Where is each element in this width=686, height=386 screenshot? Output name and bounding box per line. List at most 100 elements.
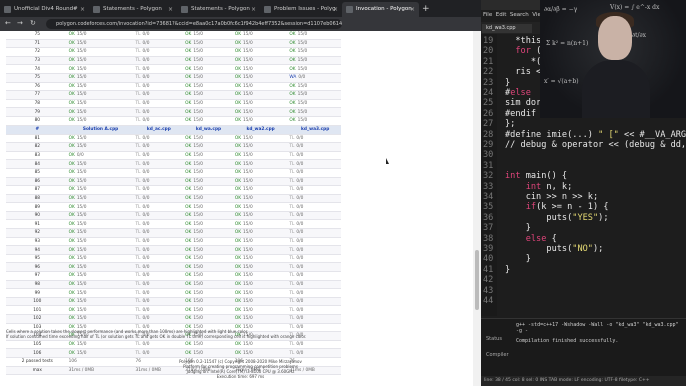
verdict-cell[interactable]: TL 0/0 (132, 116, 183, 126)
menu-file[interactable]: File (483, 12, 492, 18)
verdict-cell[interactable]: OK 15/0 (65, 73, 133, 83)
verdict-cell[interactable]: OK 15/0 (65, 237, 133, 247)
column-header[interactable]: kd_wa3.cpp (286, 125, 341, 135)
tab-div4-round[interactable]: Unofficial Div4 Round# × (0, 2, 89, 17)
tab-invocation[interactable]: Invocation - Polygon × (342, 2, 419, 17)
verdict-cell[interactable]: OK 15/0 (182, 271, 232, 281)
verdict-cell[interactable]: OK 15/0 (231, 90, 287, 100)
verdict-cell[interactable]: TL 0/0 (132, 219, 183, 230)
verdict-cell[interactable]: TL 0/0 (286, 202, 341, 212)
verdict-cell[interactable]: TL 0/0 (132, 245, 183, 255)
verdict-cell[interactable]: OK 15/0 (286, 90, 341, 100)
verdict-cell[interactable]: TL 0/0 (286, 348, 341, 358)
verdict-cell[interactable]: OK 15/0 (182, 262, 232, 273)
verdict-cell[interactable]: TL 0/0 (132, 237, 183, 247)
verdict-cell[interactable]: OK 15/0 (231, 168, 287, 178)
verdict-cell[interactable]: OK 15/0 (231, 194, 287, 204)
verdict-cell[interactable]: TL 0/0 (286, 314, 341, 324)
verdict-cell[interactable]: OK 15/0 (231, 254, 287, 264)
verdict-cell[interactable]: TL 0/0 (286, 297, 341, 307)
tab-statements-2[interactable]: Statements - Polygon × (177, 2, 260, 17)
verdict-cell[interactable]: TL 0/0 (132, 228, 183, 238)
verdict-cell[interactable]: OK 15/0 (231, 314, 287, 324)
verdict-cell[interactable]: OK 15/0 (65, 185, 133, 195)
verdict-cell[interactable]: OK 15/0 (65, 177, 133, 187)
verdict-cell[interactable]: OK 15/0 (182, 107, 232, 117)
verdict-cell[interactable]: OK 15/0 (231, 99, 287, 109)
verdict-cell[interactable]: OK 15/0 (65, 219, 133, 230)
verdict-cell[interactable]: TL 0/0 (286, 151, 341, 161)
verdict-cell[interactable]: OK 15/0 (231, 73, 287, 83)
verdict-cell[interactable]: TL 0/0 (132, 99, 183, 109)
verdict-cell[interactable]: TL 0/0 (286, 219, 341, 230)
verdict-cell[interactable]: TL 0/0 (132, 31, 183, 40)
verdict-cell[interactable]: OK 15/0 (65, 82, 133, 92)
verdict-cell[interactable]: OK 15/0 (231, 245, 287, 255)
verdict-cell[interactable]: OK 15/0 (182, 142, 232, 152)
verdict-cell[interactable]: OK 15/0 (286, 116, 341, 126)
verdict-cell[interactable]: OK 15/0 (65, 39, 133, 49)
verdict-cell[interactable]: OK 15/0 (231, 159, 287, 169)
verdict-cell[interactable]: OK 15/0 (65, 211, 133, 221)
verdict-cell[interactable]: TL 0/0 (286, 211, 341, 221)
verdict-cell[interactable]: OK 15/0 (286, 39, 341, 49)
verdict-cell[interactable]: TL 0/0 (286, 305, 341, 315)
verdict-cell[interactable]: TL 0/0 (286, 245, 341, 255)
verdict-cell[interactable]: TL 0/0 (286, 177, 341, 187)
verdict-cell[interactable]: OK 15/0 (286, 99, 341, 109)
verdict-cell[interactable]: TL 0/0 (132, 314, 183, 324)
verdict-cell[interactable]: OK 15/0 (182, 151, 232, 161)
verdict-cell[interactable]: OK 15/0 (182, 177, 232, 187)
verdict-cell[interactable]: OK 15/0 (65, 116, 133, 126)
verdict-cell[interactable]: OK 15/0 (65, 297, 133, 307)
verdict-cell[interactable]: OK 15/0 (65, 340, 133, 350)
verdict-cell[interactable]: OK 15/0 (182, 288, 232, 298)
verdict-cell[interactable]: OK 15/0 (65, 245, 133, 255)
verdict-cell[interactable]: OK 15/0 (231, 219, 287, 230)
verdict-cell[interactable]: OK 15/0 (231, 288, 287, 298)
verdict-cell[interactable]: OK 15/0 (286, 64, 341, 74)
verdict-cell[interactable]: TL 0/0 (132, 288, 183, 298)
verdict-cell[interactable]: OK 15/0 (231, 280, 287, 290)
verdict-cell[interactable]: OK 15/0 (231, 151, 287, 161)
verdict-cell[interactable]: OK 15/0 (231, 211, 287, 221)
verdict-cell[interactable]: TL 0/0 (132, 305, 183, 315)
verdict-cell[interactable]: OK 15/0 (231, 56, 287, 66)
verdict-cell[interactable]: OK 15/0 (182, 56, 232, 66)
verdict-cell[interactable]: TL 0/0 (132, 254, 183, 264)
verdict-cell[interactable]: OK 15/0 (231, 177, 287, 187)
verdict-cell[interactable]: OK 15/0 (231, 340, 287, 350)
menu-search[interactable]: Search (510, 12, 529, 18)
verdict-cell[interactable]: TL 0/0 (132, 39, 183, 49)
verdict-cell[interactable]: TL 0/0 (286, 254, 341, 264)
verdict-cell[interactable]: OK 15/0 (231, 185, 287, 195)
verdict-cell[interactable]: OK 15/0 (182, 99, 232, 109)
verdict-cell[interactable]: OK 15/0 (65, 99, 133, 109)
verdict-cell[interactable]: TL 0/0 (132, 168, 183, 178)
verdict-cell[interactable]: TL 0/0 (132, 73, 183, 83)
column-header[interactable]: kd_wa2.cpp (231, 125, 287, 135)
verdict-cell[interactable]: OK 15/0 (182, 211, 232, 221)
verdict-cell[interactable]: OK 15/0 (65, 271, 133, 281)
verdict-cell[interactable]: TL 0/0 (132, 64, 183, 74)
verdict-cell[interactable]: OK 15/0 (286, 56, 341, 66)
verdict-cell[interactable]: OK 15/0 (231, 202, 287, 212)
verdict-cell[interactable]: WA 0/0 (286, 73, 341, 83)
verdict-cell[interactable]: OK 15/0 (231, 271, 287, 281)
verdict-cell[interactable]: TL 0/0 (132, 90, 183, 100)
verdict-cell[interactable]: OK 15/0 (65, 314, 133, 324)
verdict-cell[interactable]: OK 15/0 (182, 254, 232, 264)
verdict-cell[interactable]: OK 15/0 (231, 297, 287, 307)
verdict-cell[interactable]: TL 0/0 (132, 107, 183, 117)
verdict-cell[interactable]: TL 0/0 (286, 340, 341, 350)
verdict-cell[interactable]: OK 15/0 (65, 64, 133, 74)
verdict-cell[interactable]: TL 0/0 (286, 194, 341, 204)
verdict-cell[interactable]: TL 0/0 (286, 323, 341, 333)
forward-icon[interactable]: → (17, 19, 23, 27)
verdict-cell[interactable]: OK 15/0 (182, 168, 232, 178)
close-icon[interactable]: × (410, 2, 415, 17)
verdict-cell[interactable]: OK 15/0 (182, 82, 232, 92)
column-header[interactable]: kd_ac.cpp (132, 125, 183, 135)
verdict-cell[interactable]: OK 15/0 (231, 82, 287, 92)
tab-problem-issues[interactable]: Problem Issues - Polyg × (260, 2, 342, 17)
